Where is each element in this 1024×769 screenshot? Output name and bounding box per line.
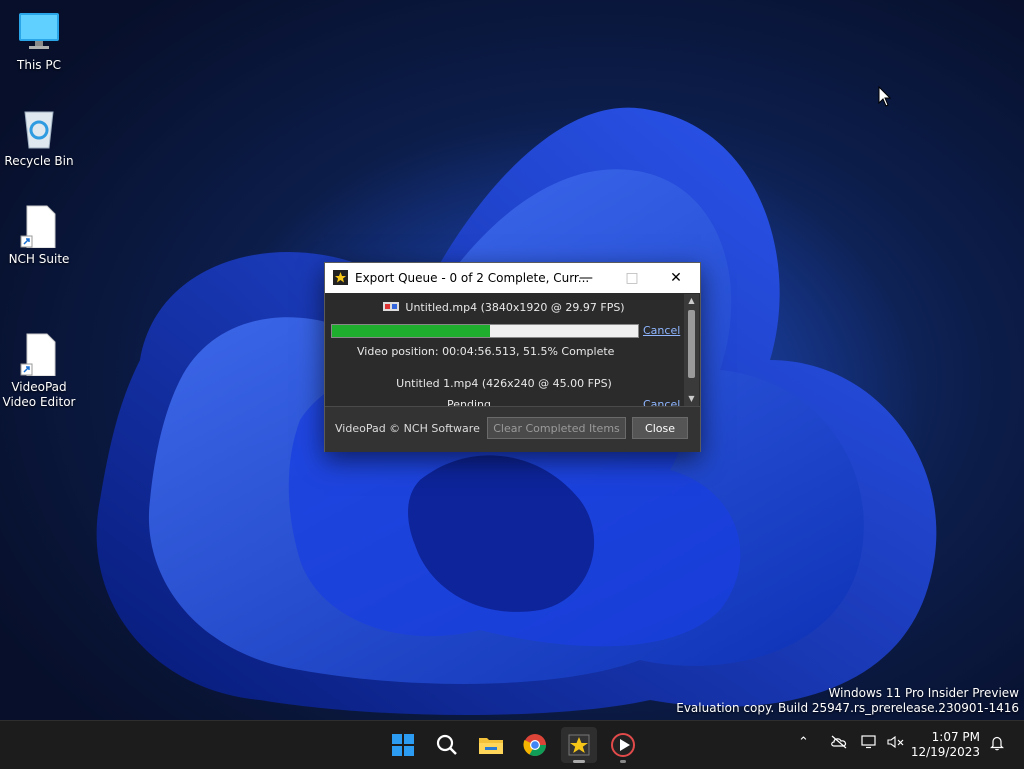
window-footer: VideoPad © NCH Software Clear Completed … — [325, 406, 700, 452]
queue-item-title: Untitled.mp4 (3840x1920 @ 29.97 FPS) — [325, 301, 683, 314]
monitor-icon — [17, 10, 61, 54]
queue-scrollbar[interactable]: ▲ ▼ — [684, 294, 699, 406]
onedrive-button[interactable] — [830, 735, 848, 753]
scroll-thumb[interactable] — [688, 310, 695, 378]
play-circle-icon — [611, 733, 635, 757]
copyright-label: VideoPad © NCH Software — [335, 422, 480, 435]
queue-item-2-title: Untitled 1.mp4 (426x240 @ 45.00 FPS) — [396, 377, 612, 390]
desktop-icon-label: VideoPad Video Editor — [2, 380, 76, 409]
speaker-muted-icon — [887, 735, 904, 749]
desktop-icon-label: NCH Suite — [8, 252, 70, 266]
watermark-line1: Windows 11 Pro Insider Preview — [828, 686, 1019, 700]
notifications-button[interactable] — [989, 735, 1005, 755]
watermark-line2: Evaluation copy. Build 25947.rs_prerelea… — [676, 701, 1019, 715]
export-progress-fill — [332, 325, 490, 337]
clock-time: 1:07 PM — [931, 730, 980, 744]
cancel-item-2-link[interactable]: Cancel — [643, 398, 680, 406]
export-queue-window: Export Queue - 0 of 2 Complete, Curr... … — [324, 262, 701, 452]
maximize-button[interactable]: □ — [609, 263, 655, 293]
desktop-icon-nch-suite[interactable]: NCH Suite — [1, 204, 77, 267]
close-window-button[interactable]: ✕ — [653, 263, 699, 293]
chrome-icon — [523, 734, 546, 756]
windows-logo-icon — [392, 734, 414, 756]
desktop-icon-this-pc[interactable]: This PC — [1, 10, 77, 73]
videopad-taskbar-button[interactable] — [561, 727, 597, 763]
desktop-wallpaper: This PC Recycle Bin NCH Suite VideoPad V… — [0, 0, 1024, 720]
cancel-item-1-link[interactable]: Cancel — [643, 324, 680, 337]
clear-completed-button[interactable]: Clear Completed Items — [487, 417, 626, 439]
scroll-down-icon[interactable]: ▼ — [684, 392, 699, 406]
queue-item-2-status: Pending — [447, 398, 491, 406]
folder-icon — [479, 738, 503, 754]
scroll-up-icon[interactable]: ▲ — [684, 294, 699, 308]
video-file-icon — [383, 302, 400, 311]
export-queue-list: Untitled.mp4 (3840x1920 @ 29.97 FPS) Can… — [325, 294, 683, 406]
chrome-button[interactable] — [517, 727, 553, 763]
document-shortcut-icon — [17, 317, 61, 377]
search-button[interactable] — [429, 727, 465, 763]
running-indicator — [620, 760, 626, 763]
network-button[interactable] — [861, 735, 879, 753]
volume-button[interactable] — [887, 735, 905, 753]
videopad-star-icon — [568, 734, 590, 756]
window-titlebar[interactable]: Export Queue - 0 of 2 Complete, Curr... … — [325, 263, 700, 293]
recycle-bin-icon — [17, 106, 61, 150]
active-indicator — [573, 760, 585, 763]
desktop-icon-label: Recycle Bin — [4, 154, 74, 168]
cloud-offline-icon — [831, 735, 847, 749]
bell-icon — [990, 736, 1004, 751]
network-icon — [861, 735, 876, 749]
media-player-button[interactable] — [605, 727, 641, 763]
chevron-up-icon: ⌃ — [798, 735, 809, 750]
search-icon — [436, 734, 457, 755]
start-button[interactable] — [385, 727, 421, 763]
close-icon: ✕ — [670, 270, 682, 286]
tray-overflow-button[interactable]: ⌃ — [798, 735, 809, 750]
windows-watermark: Windows 11 Pro Insider Preview Evaluatio… — [676, 686, 1019, 716]
file-explorer-button[interactable] — [473, 727, 509, 763]
system-clock[interactable]: 1:07 PM 12/19/2023 — [911, 730, 980, 760]
minimize-icon: — — [579, 270, 593, 286]
taskbar: ⌃ 1:07 PM 12/19/2023 — [0, 720, 1024, 769]
queue-item-1-title: Untitled.mp4 (3840x1920 @ 29.97 FPS) — [405, 301, 625, 314]
window-title: Export Queue - 0 of 2 Complete, Curr... — [355, 271, 590, 285]
desktop-icon-label: This PC — [17, 58, 61, 72]
export-progress-bar — [331, 324, 639, 338]
maximize-icon: □ — [625, 270, 639, 286]
desktop-icon-recycle-bin[interactable]: Recycle Bin — [1, 106, 77, 169]
document-shortcut-icon — [17, 204, 61, 249]
queue-item-1-status: Video position: 00:04:56.513, 51.5% Comp… — [357, 345, 615, 358]
videopad-app-icon — [333, 270, 348, 285]
close-button[interactable]: Close — [632, 417, 688, 439]
minimize-button[interactable]: — — [563, 263, 609, 293]
mouse-cursor-icon — [878, 86, 892, 107]
clock-date: 12/19/2023 — [910, 745, 980, 759]
desktop-icon-videopad[interactable]: VideoPad Video Editor — [1, 302, 77, 425]
